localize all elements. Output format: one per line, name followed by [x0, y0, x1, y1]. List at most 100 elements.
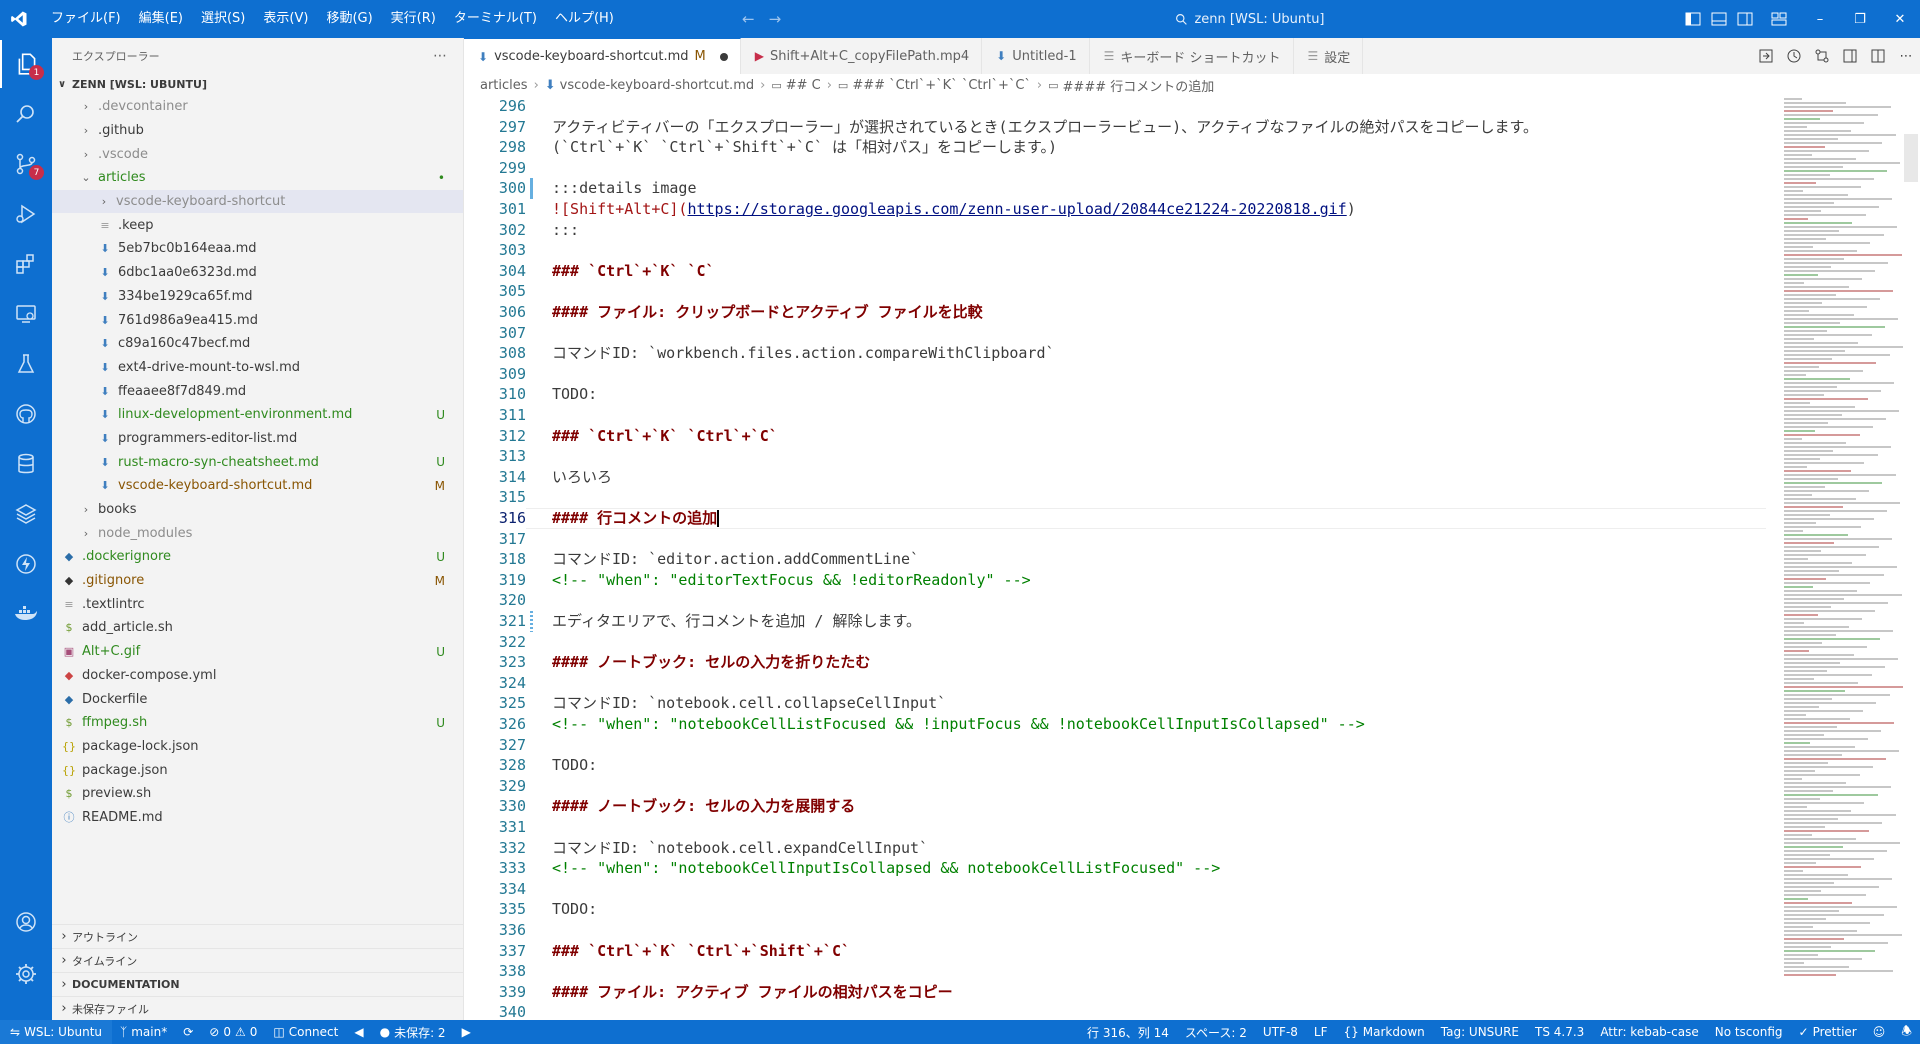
- tree-item[interactable]: ⬇ programmers-editor-list.md: [52, 427, 463, 451]
- code-line[interactable]: ![Shift+Alt+C](https://storage.googleapi…: [552, 199, 1356, 220]
- code-line[interactable]: (`Ctrl`+`K` `Ctrl`+`Shift`+`C` は「相対パス」をコ…: [552, 137, 1057, 158]
- tsconfig-indicator[interactable]: No tsconfig: [1707, 1025, 1791, 1039]
- gear-icon[interactable]: [0, 950, 52, 998]
- open-preview-icon[interactable]: [1752, 48, 1780, 64]
- github-icon[interactable]: [0, 390, 52, 438]
- breadcrumb-item[interactable]: articles: [480, 78, 528, 93]
- code-line[interactable]: TODO:: [552, 899, 597, 920]
- menu-view[interactable]: 表示(V): [254, 0, 317, 38]
- code-line[interactable]: #### 行コメントの追加: [552, 508, 720, 529]
- next-arrow-icon[interactable]: ▶: [454, 1025, 479, 1039]
- minimap[interactable]: [1784, 96, 1904, 1020]
- encoding[interactable]: UTF-8: [1255, 1025, 1306, 1039]
- menu-selection[interactable]: 選択(S): [192, 0, 254, 38]
- tree-item[interactable]: ⬇ 334be1929ca65f.md: [52, 285, 463, 309]
- breadcrumb-item[interactable]: #### 行コメントの追加: [1063, 76, 1215, 95]
- tree-item[interactable]: › vscode-keyboard-shortcut: [52, 189, 463, 214]
- branch-indicator[interactable]: ᛉ main*: [112, 1025, 175, 1039]
- tree-item[interactable]: › .github: [52, 119, 463, 143]
- tree-item[interactable]: ⬇ c89a160c47becf.md: [52, 332, 463, 356]
- code-line[interactable]: ### `Ctrl`+`K` `Ctrl`+`Shift`+`C`: [552, 941, 850, 962]
- menu-go[interactable]: 移動(G): [317, 0, 381, 38]
- code-line[interactable]: TODO:: [552, 384, 597, 405]
- gutter-change-marker[interactable]: [530, 178, 533, 199]
- code-line[interactable]: エディタエリアで、行コメントを追加 / 解除します。: [552, 611, 921, 632]
- testing-icon[interactable]: [0, 340, 52, 388]
- restore-icon[interactable]: ❐: [1840, 0, 1880, 38]
- lightning-icon[interactable]: [0, 540, 52, 588]
- breadcrumb-item[interactable]: ### `Ctrl`+`K` `Ctrl`+`C`: [852, 78, 1031, 93]
- gutter-change-marker[interactable]: [530, 611, 533, 632]
- bell-icon[interactable]: 🕭: [1893, 1022, 1920, 1043]
- sidebar-section-2[interactable]: › DOCUMENTATION: [52, 972, 463, 996]
- code-line[interactable]: <!-- "when": "notebookCellListFocused &&…: [552, 714, 1365, 735]
- problems-indicator[interactable]: ⊘ 0 ⚠ 0: [201, 1025, 265, 1039]
- search-icon[interactable]: [0, 90, 52, 138]
- menu-file[interactable]: ファイル(F): [42, 0, 130, 38]
- split-editor-icon[interactable]: [1864, 48, 1892, 64]
- command-center[interactable]: zenn [WSL: Ubuntu]: [1050, 7, 1450, 31]
- breadcrumb-item[interactable]: vscode-keyboard-shortcut.md: [560, 78, 754, 93]
- compare-changes-icon[interactable]: [1808, 48, 1836, 64]
- tab-1[interactable]: ▶ Shift+Alt+C_copyFilePath.mp4: [741, 38, 983, 74]
- unsaved-indicator[interactable]: ● 未保存: 2: [372, 1024, 454, 1041]
- code-editor[interactable]: 296 297 アクティビティバーの「エクスプローラー」が選択されているとき(エクス…: [464, 96, 1774, 1020]
- tree-item[interactable]: ⬇ 5eb7bc0b164eaa.md: [52, 237, 463, 261]
- code-line[interactable]: :::details image: [552, 178, 697, 199]
- unsaved-dot-icon[interactable]: [719, 52, 728, 61]
- link-url[interactable]: https://storage.googleapis.com/zenn-user…: [687, 200, 1346, 218]
- toggle-sidebar-icon[interactable]: [1680, 0, 1706, 38]
- menu-run[interactable]: 実行(R): [382, 0, 445, 38]
- tree-item[interactable]: ⬇ 761d986a9ea415.md: [52, 308, 463, 332]
- end-of-line[interactable]: LF: [1306, 1025, 1336, 1039]
- code-line[interactable]: コマンドID: `notebook.cell.collapseCellInput…: [552, 693, 946, 714]
- code-line[interactable]: TODO:: [552, 755, 597, 776]
- tree-item[interactable]: ⬇ 6dbc1aa0e6323d.md: [52, 261, 463, 285]
- feedback-icon[interactable]: ☺: [1865, 1025, 1894, 1039]
- code-line[interactable]: コマンドID: `workbench.files.action.compareW…: [552, 343, 1055, 364]
- sidebar-section-0[interactable]: › アウトライン: [52, 924, 463, 948]
- tree-item[interactable]: ⬇ vscode-keyboard-shortcut.md M: [52, 474, 463, 498]
- toggle-secondary-sidebar-icon[interactable]: [1732, 0, 1758, 38]
- sidebar-section-1[interactable]: › タイムライン: [52, 948, 463, 972]
- toggle-panel-icon[interactable]: [1706, 0, 1732, 38]
- tag-indicator[interactable]: Tag: UNSURE: [1433, 1025, 1527, 1039]
- tree-item[interactable]: ≡ .keep: [52, 213, 463, 237]
- tree-item[interactable]: › node_modules: [52, 521, 463, 545]
- language-mode[interactable]: {} Markdown: [1336, 1025, 1433, 1039]
- attr-indicator[interactable]: Attr: kebab-case: [1592, 1025, 1706, 1039]
- more-actions-icon[interactable]: ⋯: [1892, 49, 1920, 64]
- tree-item[interactable]: › .devcontainer: [52, 95, 463, 119]
- code-line[interactable]: ### `Ctrl`+`K` `Ctrl`+`C`: [552, 426, 778, 447]
- tree-item[interactable]: $ add_article.sh: [52, 616, 463, 640]
- minimize-icon[interactable]: –: [1800, 0, 1840, 38]
- layers-icon[interactable]: [0, 490, 52, 538]
- cursor-position[interactable]: 行 316、列 14: [1079, 1024, 1177, 1041]
- tree-item[interactable]: ⌄ articles •: [52, 166, 463, 190]
- workspace-root[interactable]: ∨ ZENN [WSL: UBUNTU]: [52, 73, 463, 95]
- code-line[interactable]: コマンドID: `notebook.cell.expandCellInput`: [552, 838, 928, 859]
- tree-item[interactable]: ⬇ ext4-drive-mount-to-wsl.md: [52, 356, 463, 380]
- customize-layout-icon[interactable]: [1766, 0, 1792, 38]
- tree-item[interactable]: › books: [52, 498, 463, 522]
- tree-item[interactable]: $ preview.sh: [52, 782, 463, 806]
- breadcrumb-item[interactable]: ## C: [786, 78, 821, 93]
- code-line[interactable]: <!-- "when": "editorTextFocus && !editor…: [552, 570, 1031, 591]
- forward-arrow-icon[interactable]: →: [769, 10, 782, 28]
- tree-item[interactable]: $ ffmpeg.sh U: [52, 711, 463, 735]
- code-line[interactable]: コマンドID: `editor.action.addCommentLine`: [552, 549, 919, 570]
- scrollbar-thumb[interactable]: [1904, 134, 1918, 182]
- tree-item[interactable]: ⬇ linux-development-environment.md U: [52, 403, 463, 427]
- code-line[interactable]: #### ノートブック: セルの入力を折りたたむ: [552, 652, 870, 673]
- ts-version[interactable]: TS 4.7.3: [1527, 1025, 1592, 1039]
- sidebar-section-3[interactable]: › 未保存ファイル: [52, 996, 463, 1020]
- code-line[interactable]: いろいろ: [552, 467, 612, 488]
- tree-item[interactable]: ≡ .textlintrc: [52, 592, 463, 616]
- code-line[interactable]: アクティビティバーの「エクスプローラー」が選択されているとき(エクスプローラービ…: [552, 117, 1538, 138]
- tab-0[interactable]: ⬇ vscode-keyboard-shortcut.md M: [464, 38, 741, 74]
- back-arrow-icon[interactable]: ←: [742, 10, 755, 28]
- explorer-icon[interactable]: 1: [0, 40, 52, 88]
- code-line[interactable]: <!-- "when": "notebookCellInputIsCollaps…: [552, 858, 1220, 879]
- connect-button[interactable]: ◫ Connect: [265, 1025, 346, 1039]
- database-icon[interactable]: [0, 440, 52, 488]
